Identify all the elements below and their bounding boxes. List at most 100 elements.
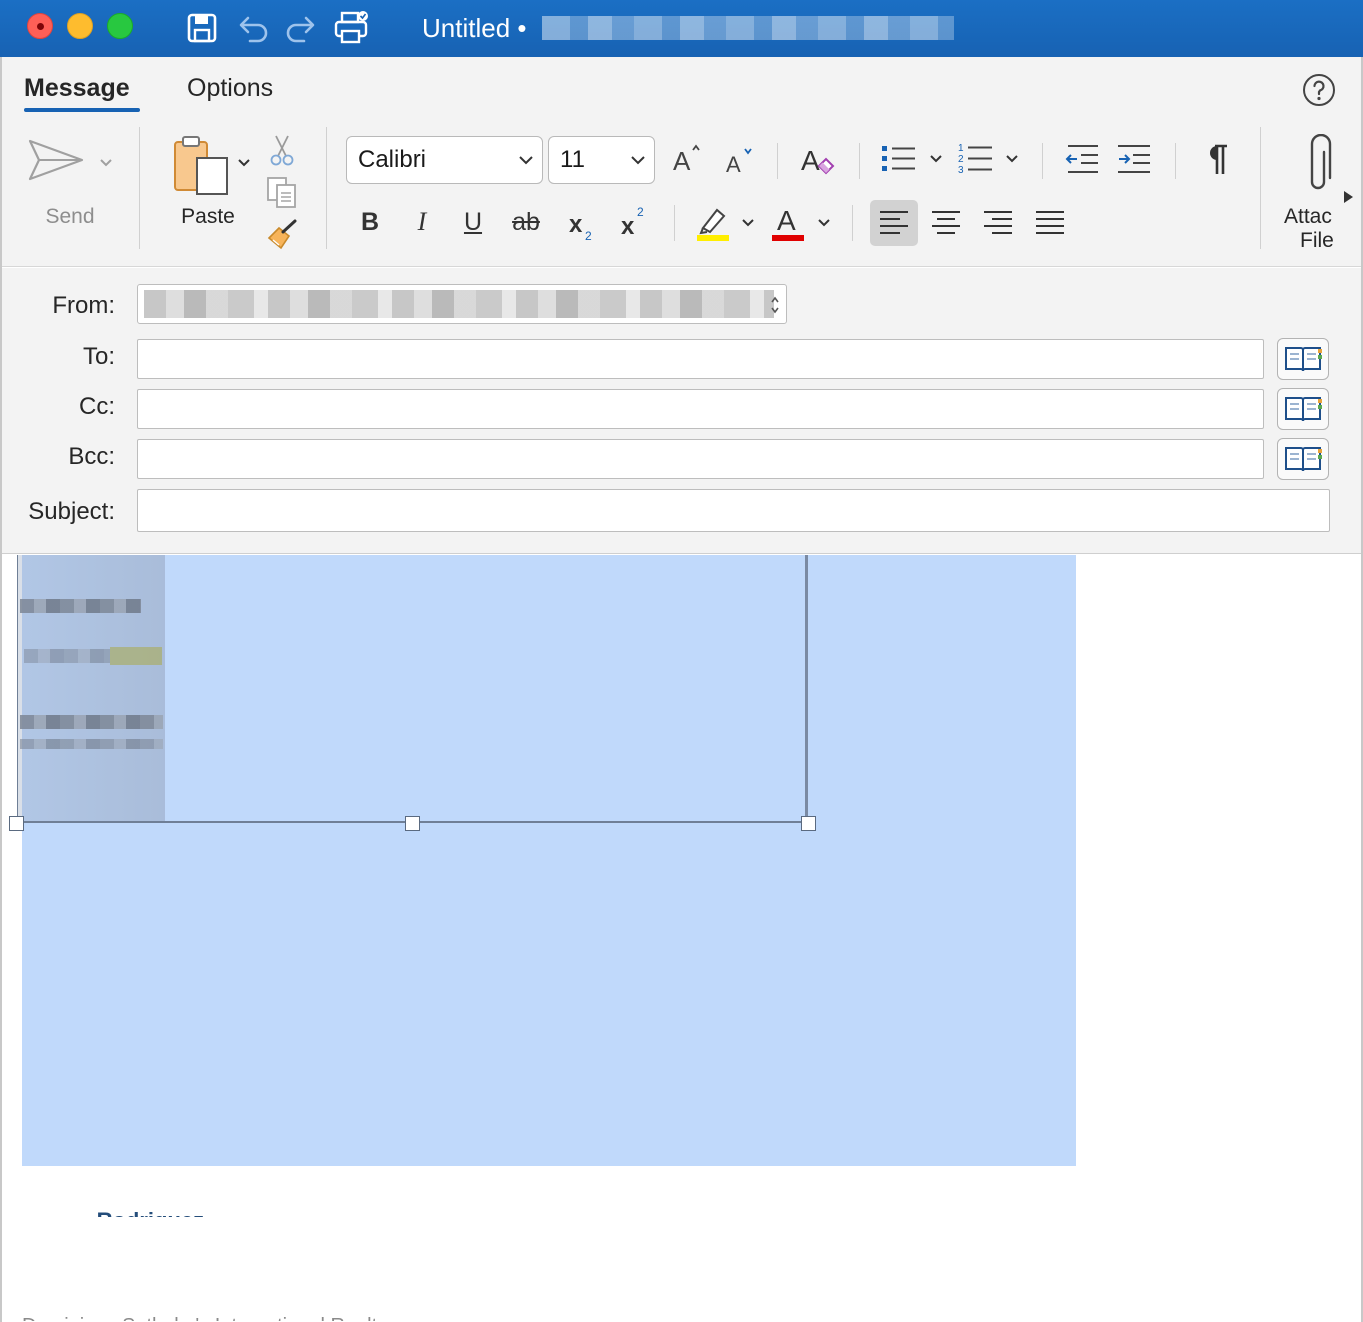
bcc-field[interactable] [137,439,1264,479]
italic-button[interactable]: I [404,204,440,240]
font-color-chevron-icon[interactable] [814,213,834,233]
svg-text:x: x [569,211,583,238]
svg-text:A: A [673,146,691,176]
align-left-button[interactable] [870,200,918,246]
embedded-image-frame[interactable] [17,555,808,823]
message-header-fields: From: To: Cc: Bcc: Subject: [0,268,1363,554]
select-arrows-icon [771,296,779,314]
font-size-value: 11 [560,146,585,173]
maximize-window-button[interactable] [107,13,133,39]
divider [777,143,778,179]
svg-text:x: x [621,213,635,240]
attach-file-button-label[interactable]: Attac File [1284,205,1363,253]
format-painter-icon[interactable] [264,217,300,251]
send-options-chevron-icon[interactable] [96,153,116,173]
to-label: To: [82,343,115,370]
from-label: From: [52,292,115,319]
bullets-chevron-icon[interactable] [926,149,946,169]
font-name-select[interactable]: Calibri [346,136,543,184]
font-name-value: Calibri [358,146,427,173]
decrease-font-size-icon[interactable]: A [720,143,756,179]
cc-label: Cc: [79,393,115,420]
show-formatting-marks-icon[interactable] [1196,141,1236,177]
numbering-chevron-icon[interactable] [1002,149,1022,169]
copy-icon[interactable] [264,175,300,209]
divider [674,205,675,241]
resize-handle-bottom-left[interactable] [9,816,24,831]
subject-field[interactable] [137,489,1330,532]
undo-icon[interactable] [233,8,273,48]
redacted-account-name [542,16,954,40]
align-right-button[interactable] [974,200,1022,246]
redacted-from-address [144,290,774,318]
divider [1042,143,1043,179]
active-tab-indicator [24,108,140,112]
chevron-down-icon [630,137,646,199]
print-icon[interactable] [332,8,372,48]
divider [1175,143,1176,179]
resize-handle-bottom-right[interactable] [801,816,816,831]
svg-text:A: A [777,205,796,236]
font-color-icon[interactable]: A [768,201,808,243]
svg-text:2: 2 [585,229,592,242]
close-window-button[interactable] [27,13,53,39]
decrease-indent-icon[interactable] [1062,141,1102,177]
svg-text:A: A [801,145,820,176]
from-account-select[interactable] [137,284,787,324]
clear-formatting-icon[interactable]: A [798,139,838,179]
underline-button[interactable]: U [455,204,491,240]
bcc-label: Bcc: [68,443,115,470]
address-book-icon [1285,397,1322,422]
justify-button[interactable] [1026,200,1074,246]
svg-text:1: 1 [958,143,964,154]
numbering-icon[interactable]: 123 [955,139,995,179]
address-book-icon [1285,347,1322,372]
divider [852,205,853,241]
superscript-button[interactable]: x2 [615,201,655,241]
redo-icon[interactable] [281,8,321,48]
divider [1260,127,1261,249]
address-book-icon [1285,447,1322,472]
divider [859,143,860,179]
paste-button-label[interactable]: Paste [168,205,248,229]
ribbon-overflow-arrow-icon[interactable] [1339,187,1357,207]
subscript-button[interactable]: x2 [563,204,603,244]
signature-name: ‹ Rodriquez [22,1203,204,1217]
paste-options-chevron-icon[interactable] [234,153,254,173]
highlight-color-icon[interactable] [692,201,732,243]
increase-indent-icon[interactable] [1114,141,1154,177]
bullets-icon[interactable] [878,141,918,177]
subject-label: Subject: [28,498,115,525]
divider [139,127,140,249]
bold-button[interactable]: B [352,204,388,240]
increase-font-size-icon[interactable]: A [668,141,704,177]
address-book-bcc-button[interactable] [1277,438,1329,480]
paperclip-icon[interactable] [1298,133,1338,197]
minimize-window-button[interactable] [67,13,93,39]
align-center-button[interactable] [922,200,970,246]
svg-text:2: 2 [958,154,964,165]
window-title: Untitled • [422,13,527,43]
help-icon[interactable] [1302,73,1336,107]
to-field[interactable] [137,339,1264,379]
divider [326,127,327,249]
svg-text:2: 2 [637,205,644,219]
attach-label-line2: File [1300,229,1334,252]
font-size-select[interactable]: 11 [548,136,655,184]
svg-text:A: A [726,152,741,177]
address-book-cc-button[interactable] [1277,388,1329,430]
tab-message[interactable]: Message [24,73,130,103]
send-button-label[interactable]: Send [30,205,110,229]
tab-options[interactable]: Options [187,73,273,103]
resize-handle-bottom-center[interactable] [405,816,420,831]
save-icon[interactable] [182,8,222,48]
send-icon[interactable] [26,133,86,187]
paste-icon[interactable] [170,133,232,197]
ribbon: Message Options Send Paste Calibri 11 A [0,57,1363,267]
cc-field[interactable] [137,389,1264,429]
message-body[interactable]: ‹ Rodriquez Dominican Sotheby's Internat… [0,555,1363,1322]
strikethrough-button[interactable]: ab [506,204,546,240]
highlight-chevron-icon[interactable] [738,213,758,233]
address-book-to-button[interactable] [1277,338,1329,380]
cut-icon[interactable] [266,133,298,167]
